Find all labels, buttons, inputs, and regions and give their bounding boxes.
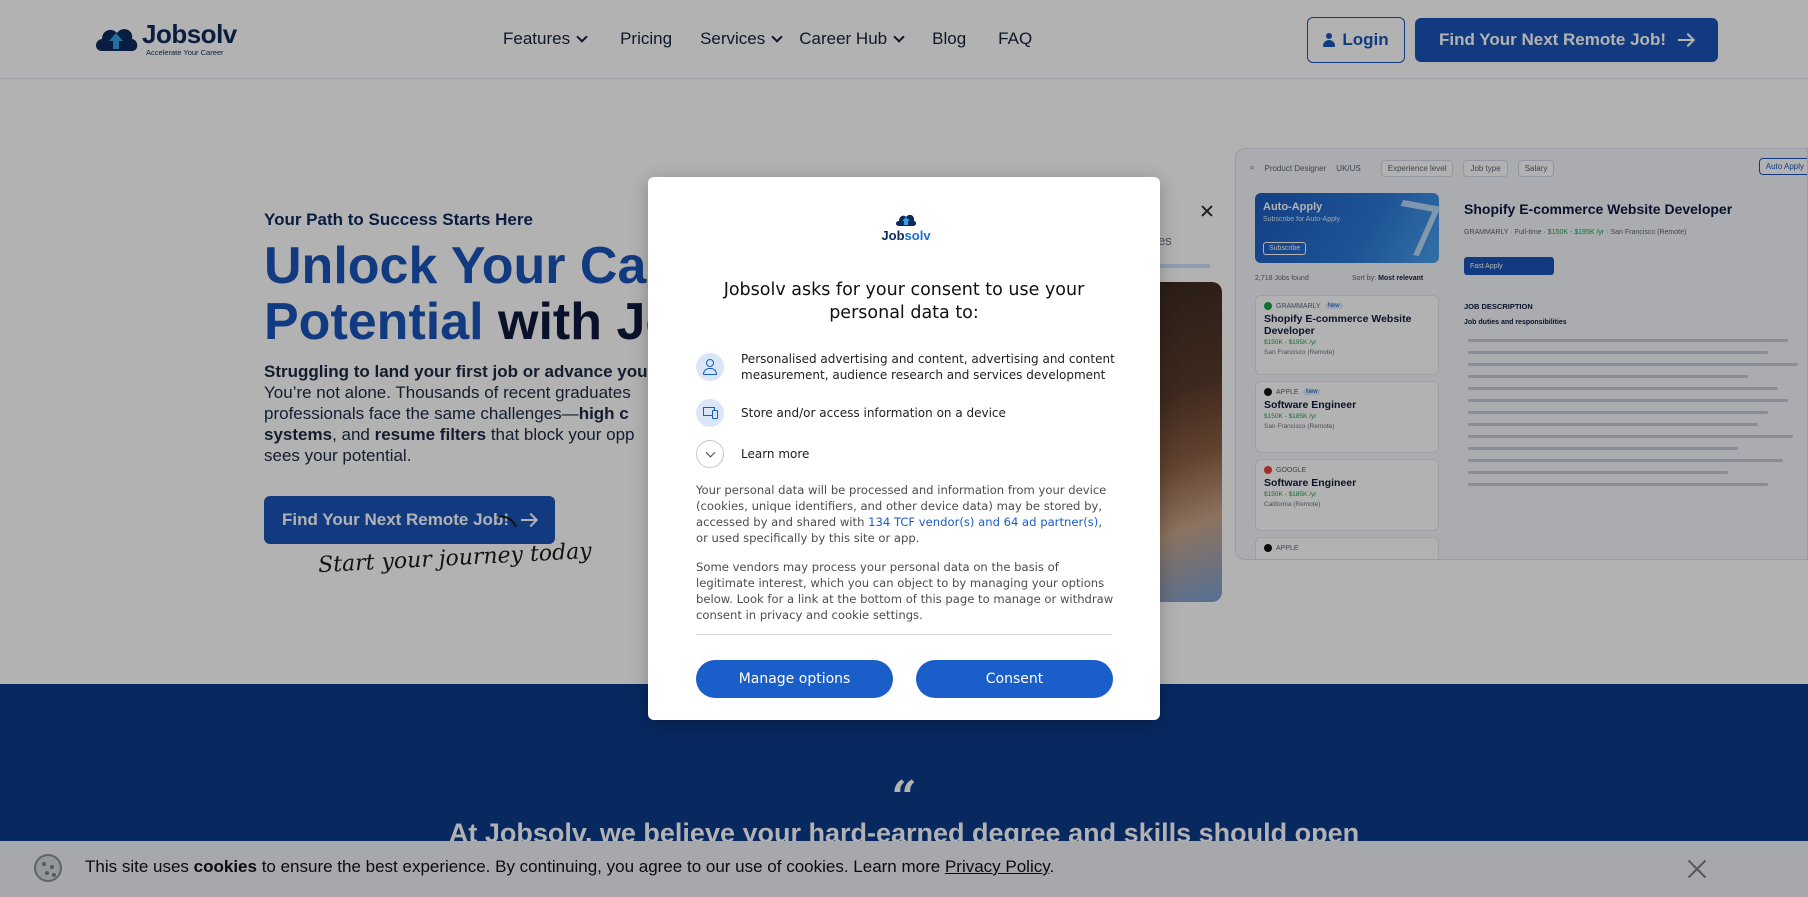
consent-dialog: Jobsolv Jobsolv asks for your consent to… [648, 177, 1160, 720]
purpose-item: Store and/or access information on a dev… [696, 399, 1121, 427]
chevron-down-icon [696, 440, 724, 468]
consent-title: Jobsolv asks for your consent to use you… [723, 280, 1085, 323]
divider [696, 634, 1112, 635]
consent-button[interactable]: Consent [916, 660, 1113, 698]
manage-options-button[interactable]: Manage options [696, 660, 893, 698]
purpose-item: Personalised advertising and content, ad… [696, 351, 1121, 383]
device-icon [696, 399, 724, 427]
jobsolv-logo: Jobsolv [878, 213, 934, 245]
legitimate-interest-paragraph: Some vendors may process your personal d… [696, 560, 1114, 622]
vendors-link[interactable]: 134 TCF vendor(s) and 64 ad partner(s) [868, 515, 1098, 529]
learn-more-toggle[interactable]: Learn more [696, 440, 1121, 468]
consent-paragraph: Your personal data will be processed and… [696, 483, 1107, 545]
close-icon[interactable] [1200, 204, 1214, 218]
person-icon [696, 353, 724, 381]
cloud-arrow-logo-icon [896, 214, 917, 226]
